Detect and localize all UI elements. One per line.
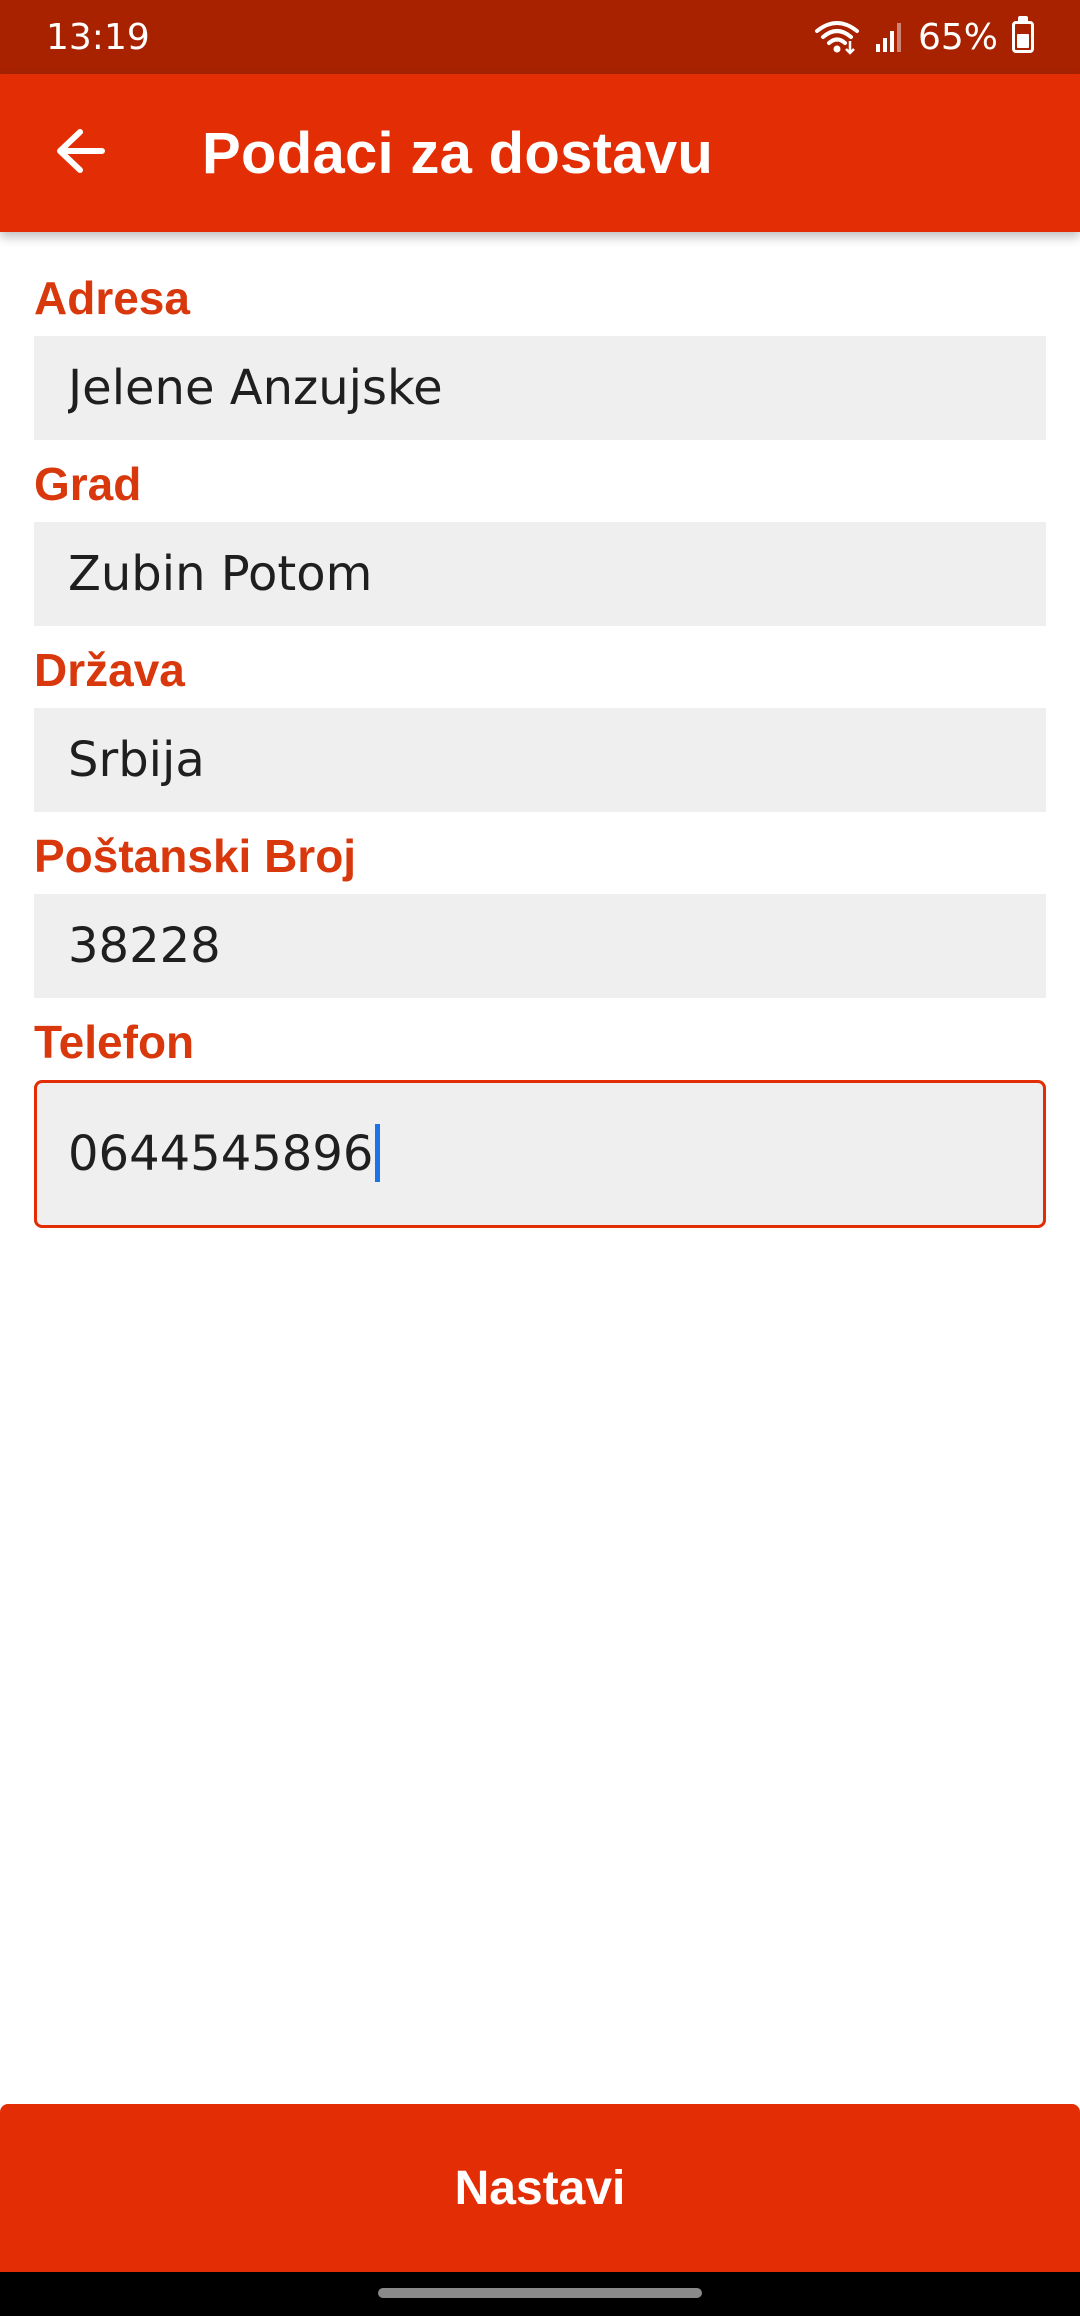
status-time: 13:19 [46,16,150,58]
delivery-form: Adresa Grad Država Poštanski Broj Telefo… [34,232,1046,1228]
signal-icon [874,20,904,54]
page-title: Podaci za dostavu [202,120,714,186]
city-label: Grad [34,458,142,510]
arrow-left-icon [54,127,106,180]
app-bar: Podaci za dostavu [0,74,1080,232]
postal-code-label: Poštanski Broj [34,830,357,882]
continue-button[interactable]: Nastavi [0,2104,1080,2272]
address-label: Adresa [34,272,190,324]
battery-icon [1012,16,1034,53]
phone-field-wrapper [34,1080,1046,1228]
phone-label: Telefon [34,1016,195,1068]
back-button[interactable] [30,103,130,203]
phone-field[interactable] [34,1080,1046,1228]
status-icons: 65% [814,16,1034,58]
home-indicator[interactable] [378,2288,702,2298]
country-label: Država [34,644,185,696]
country-field[interactable] [34,708,1046,812]
address-field[interactable] [34,336,1046,440]
postal-code-field[interactable] [34,894,1046,998]
city-field[interactable] [34,522,1046,626]
status-bar: 13:19 65% [0,0,1080,74]
battery-level [1017,34,1029,48]
text-cursor [375,1124,381,1182]
wifi-icon [814,19,860,55]
battery-percent: 65% [917,16,998,58]
system-nav-bar [0,2272,1080,2316]
